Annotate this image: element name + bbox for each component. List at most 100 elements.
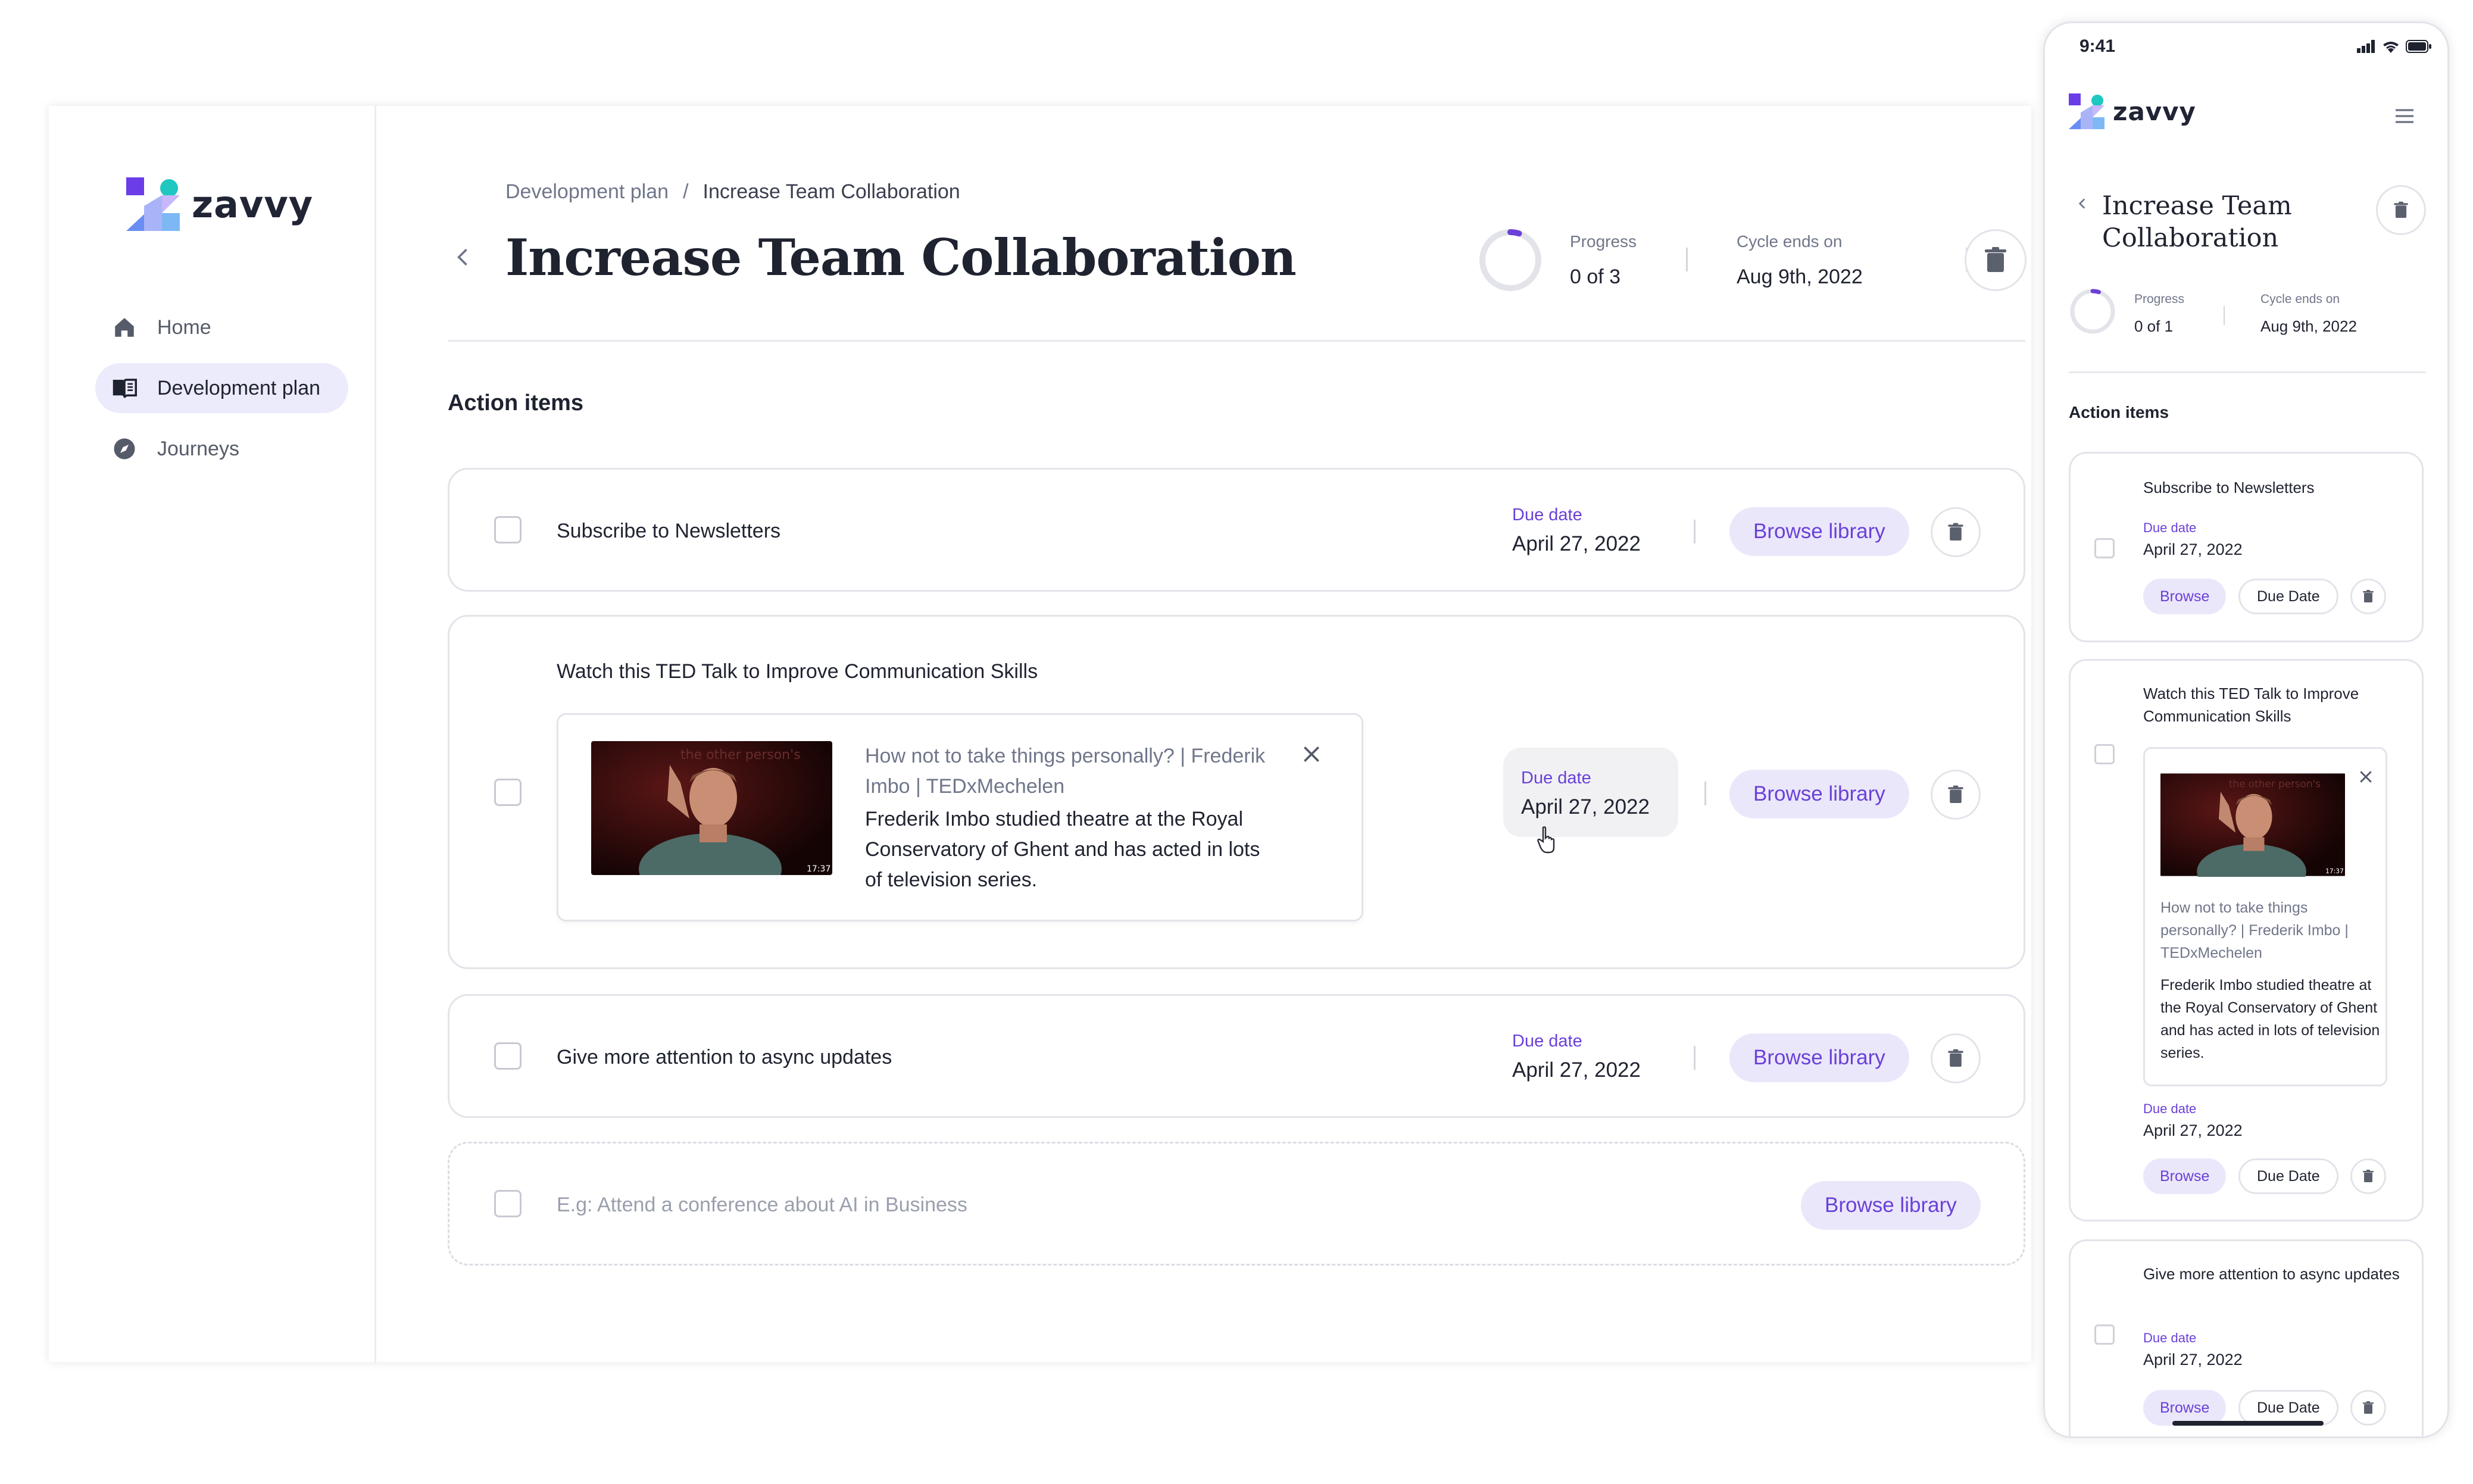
new-item-input[interactable]: E.g: Attend a conference about AI in Bus… — [557, 1194, 967, 1217]
browse-button[interactable]: Browse — [2143, 579, 2227, 614]
due-date-value: April 27, 2022 — [2143, 541, 2243, 558]
action-item-title: Give more attention to async updates — [557, 1046, 892, 1069]
home-icon — [112, 315, 137, 340]
trash-icon — [1947, 1049, 1964, 1068]
due-date-label: Due date — [1512, 1032, 1582, 1051]
sidebar-item-home[interactable]: Home — [95, 302, 348, 352]
cycle-stat: Cycle ends on Aug 9th, 2022 — [2260, 292, 2357, 336]
item-divider — [1704, 782, 1706, 805]
new-item-checkbox[interactable] — [494, 1190, 522, 1217]
cycle-value: Aug 9th, 2022 — [2260, 317, 2357, 335]
cycle-label: Cycle ends on — [1737, 232, 1843, 251]
breadcrumb-current: Increase Team Collaboration — [702, 180, 960, 203]
sidebar-item-journeys[interactable]: Journeys — [95, 424, 348, 474]
breadcrumb-parent[interactable]: Development plan — [505, 180, 669, 204]
section-heading: Action items — [448, 390, 584, 415]
delete-item-button[interactable] — [1931, 1033, 1981, 1083]
video-duration: 17:37 — [807, 864, 830, 874]
progress-value: 0 of 3 — [1570, 265, 1621, 288]
video-thumbnail[interactable]: the other person's 17:37 — [2160, 773, 2345, 877]
browse-library-button[interactable]: Browse library — [1729, 770, 1909, 818]
due-date-value: April 27, 2022 — [2143, 1351, 2243, 1369]
action-item-checkbox[interactable] — [2094, 1324, 2115, 1345]
delete-item-button[interactable] — [2350, 1390, 2386, 1426]
browse-button[interactable]: Browse — [2143, 1390, 2227, 1426]
due-date-value: April 27, 2022 — [1512, 1058, 1641, 1082]
progress-stat: Progress 0 of 3 — [1570, 232, 1637, 289]
video-title[interactable]: How not to take things personally? | Fre… — [865, 741, 1282, 802]
page-title: Increase Team Collaboration — [505, 228, 1297, 287]
sidebar: zavvy Home Development plan Journeys — [49, 106, 376, 1362]
action-item-checkbox[interactable] — [494, 779, 522, 806]
due-date-button[interactable]: Due Date — [2238, 579, 2338, 614]
back-chevron-icon[interactable] — [2075, 196, 2090, 211]
sidebar-item-development-plan[interactable]: Development plan — [95, 363, 348, 413]
browse-library-button[interactable]: Browse library — [1729, 1033, 1909, 1082]
close-icon[interactable] — [1300, 742, 1323, 766]
delete-plan-button[interactable] — [2376, 185, 2426, 235]
trash-icon — [1947, 523, 1964, 542]
action-item-title: Subscribe to Newsletters — [557, 520, 781, 542]
mobile-brand-logo[interactable]: zavvy — [2069, 93, 2196, 129]
video-preview-card[interactable]: the other person's 17:37 How not to take… — [2143, 747, 2387, 1086]
action-item-card: Watch this TED Talk to Improve Communica… — [2069, 659, 2424, 1221]
due-date[interactable]: Due date April 27, 2022 — [1512, 1032, 1641, 1082]
video-thumbnail-overlay-text: the other person's — [2229, 777, 2321, 789]
header-divider — [1686, 248, 1688, 271]
browse-library-button[interactable]: Browse library — [1801, 1181, 1981, 1230]
due-date[interactable]: Due date April 27, 2022 — [2143, 520, 2243, 559]
due-date[interactable]: Due date April 27, 2022 — [2143, 1101, 2243, 1140]
due-date-label: Due date — [2143, 1330, 2197, 1345]
due-date-value: April 27, 2022 — [1521, 795, 1650, 818]
progress-ring — [1478, 227, 1543, 293]
trash-icon — [2362, 1169, 2374, 1183]
trash-icon — [1947, 785, 1964, 804]
progress-label: Progress — [1570, 232, 1637, 251]
sidebar-nav: Home Development plan Journeys — [95, 302, 348, 485]
wifi-icon — [2382, 40, 2400, 53]
due-date[interactable]: Due date April 27, 2022 — [1512, 505, 1641, 556]
new-action-item[interactable]: E.g: Attend a conference about AI in Bus… — [448, 1142, 2025, 1266]
action-item-title: Watch this TED Talk to Improve Communica… — [2143, 685, 2359, 725]
progress-value: 0 of 1 — [2134, 317, 2174, 335]
action-item-checkbox[interactable] — [2094, 744, 2115, 764]
desktop-window: zavvy Home Development plan Journeys Dev… — [49, 106, 2031, 1362]
item-divider — [1694, 1046, 1695, 1070]
video-preview-card[interactable]: the other person's 17:37 How not to take… — [557, 713, 1363, 921]
due-date-label: Due date — [2143, 1101, 2197, 1116]
cycle-label: Cycle ends on — [2260, 292, 2340, 306]
action-item-card: Subscribe to Newsletters Due date April … — [2069, 452, 2424, 642]
action-item-checkbox[interactable] — [494, 516, 522, 543]
delete-plan-button[interactable] — [1965, 229, 2027, 291]
video-thumbnail[interactable]: the other person's 17:37 — [591, 741, 832, 875]
section-heading: Action items — [2069, 403, 2169, 421]
due-date[interactable]: Due date April 27, 2022 — [1521, 768, 1650, 819]
action-item-checkbox[interactable] — [2094, 538, 2115, 558]
delete-item-button[interactable] — [1931, 507, 1981, 557]
due-date-button[interactable]: Due Date — [2238, 1158, 2338, 1194]
delete-item-button[interactable] — [2350, 1158, 2386, 1194]
progress-label: Progress — [2134, 292, 2185, 306]
signal-icon — [2357, 40, 2376, 53]
brand-name: zavvy — [2113, 96, 2196, 126]
action-item-checkbox[interactable] — [494, 1042, 522, 1070]
header-divider-line — [2069, 371, 2426, 373]
action-item-card: Give more attention to async updates Due… — [448, 994, 2025, 1118]
mobile-frame: 9:41 zavvy Increase Team Collaboration P… — [2043, 21, 2449, 1438]
due-date[interactable]: Due date April 27, 2022 — [2143, 1330, 2243, 1369]
hamburger-menu-icon[interactable] — [2393, 104, 2416, 128]
action-item-card: Watch this TED Talk to Improve Communica… — [448, 615, 2025, 969]
zavvy-logo-icon — [126, 177, 180, 231]
browse-button[interactable]: Browse — [2143, 1158, 2227, 1194]
home-indicator[interactable] — [2172, 1421, 2324, 1426]
video-title[interactable]: How not to take things personally? | Fre… — [2160, 896, 2375, 964]
trash-icon — [2393, 201, 2409, 219]
back-chevron-icon[interactable] — [450, 244, 476, 270]
due-date-button[interactable]: Due Date — [2238, 1390, 2338, 1426]
delete-item-button[interactable] — [1931, 770, 1981, 820]
browse-library-button[interactable]: Browse library — [1729, 507, 1909, 556]
close-icon[interactable] — [2357, 768, 2375, 786]
delete-item-button[interactable] — [2350, 579, 2386, 614]
breadcrumb-separator: / — [683, 180, 689, 203]
brand-logo[interactable]: zavvy — [126, 177, 313, 231]
